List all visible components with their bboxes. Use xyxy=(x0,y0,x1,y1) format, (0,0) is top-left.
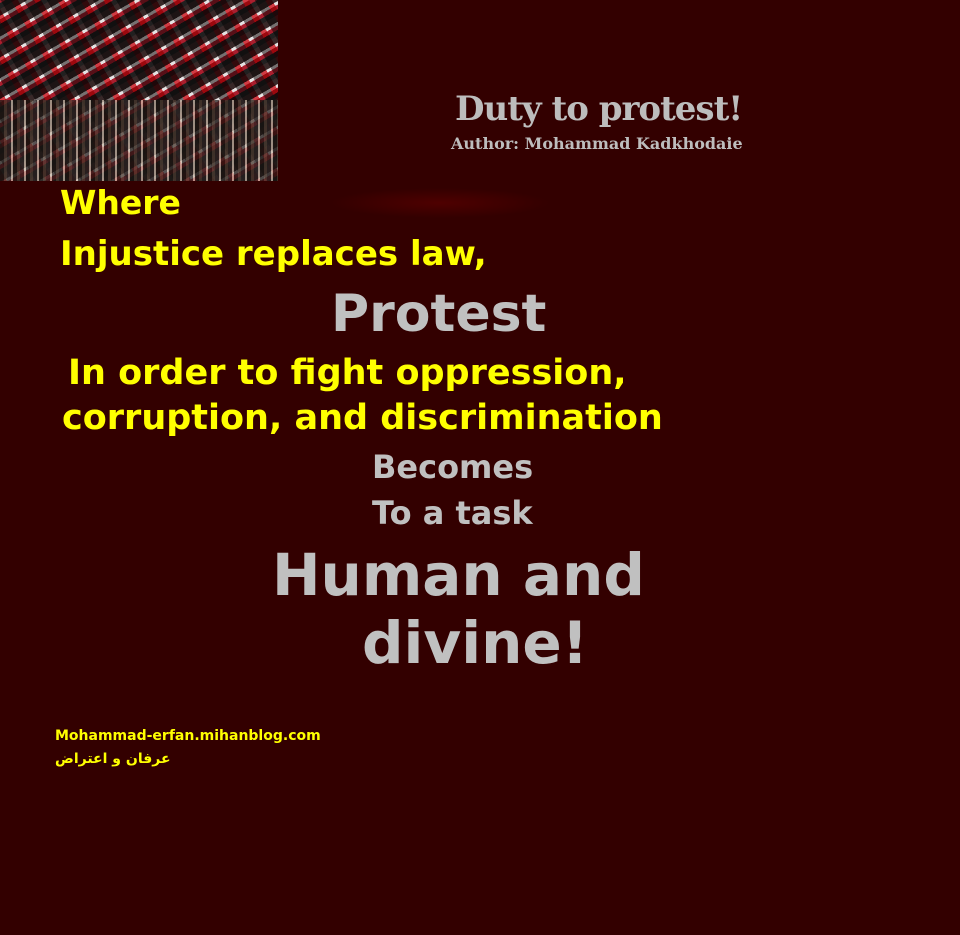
poem-line-becomes: Becomes xyxy=(372,448,534,486)
poster-title: Duty to protest! xyxy=(455,89,743,129)
poem-line-where: Where xyxy=(60,183,181,222)
persian-caption: عرفان و اعتراض xyxy=(55,751,171,767)
poem-line-corruption: corruption, and discrimination xyxy=(62,398,663,438)
protest-crowd-photo xyxy=(0,0,278,181)
poem-line-task: To a task xyxy=(372,494,533,532)
poem-line-protest: Protest xyxy=(331,284,547,344)
decorative-glow xyxy=(330,188,550,218)
website-link[interactable]: Mohammad-erfan.mihanblog.com xyxy=(55,729,321,743)
poem-line-divine: divine! xyxy=(362,609,589,677)
poem-line-oppression: In order to fight oppression, xyxy=(68,353,627,393)
poem-line-human: Human and xyxy=(272,541,645,609)
author-line: Author: Mohammad Kadkhodaie xyxy=(451,134,743,153)
poem-line-injustice: Injustice replaces law, xyxy=(60,234,487,274)
